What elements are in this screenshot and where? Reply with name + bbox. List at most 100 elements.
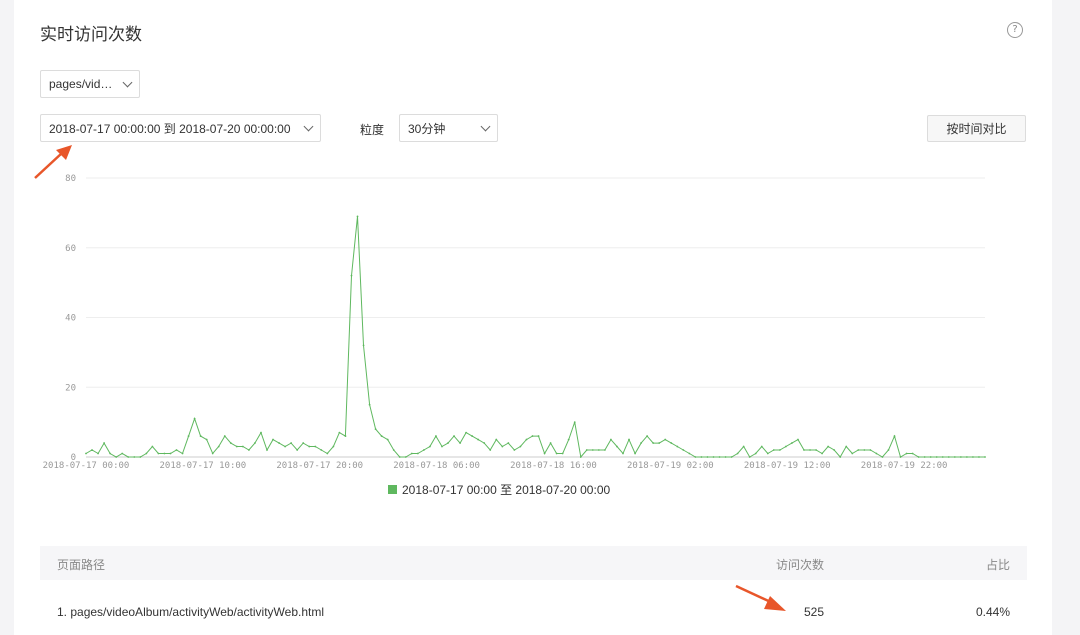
- data-point: [121, 452, 124, 455]
- data-point: [591, 449, 594, 451]
- data-point: [610, 438, 612, 441]
- data-point: [978, 456, 980, 458]
- data-point: [839, 456, 842, 458]
- data-point: [441, 445, 443, 448]
- data-point: [241, 445, 244, 448]
- data-point: [398, 456, 401, 458]
- data-point: [284, 445, 287, 448]
- data-point: [869, 449, 872, 451]
- data-point: [917, 456, 920, 458]
- data-point: [670, 442, 673, 444]
- data-point: [151, 445, 154, 448]
- column-header-count[interactable]: 访问次数: [776, 556, 824, 573]
- series-line: [85, 216, 985, 459]
- data-point: [278, 442, 280, 444]
- data-point: [652, 442, 655, 444]
- data-point: [362, 344, 365, 347]
- data-point: [718, 456, 721, 458]
- data-point: [555, 452, 558, 455]
- data-point: [410, 452, 413, 455]
- data-point: [205, 438, 208, 441]
- data-point: [308, 445, 311, 448]
- x-tick-label: 2018-07-19 22:00: [861, 461, 948, 471]
- y-tick-label: 40: [65, 314, 76, 324]
- data-point: [766, 452, 769, 455]
- row-count: 525: [803, 605, 824, 619]
- y-tick-label: 60: [65, 244, 76, 254]
- data-point: [772, 449, 775, 451]
- data-point: [953, 456, 956, 458]
- data-point: [857, 449, 860, 451]
- data-point: [187, 435, 190, 437]
- data-point: [803, 449, 805, 451]
- data-point: [730, 456, 733, 458]
- data-point: [603, 449, 606, 451]
- data-point: [477, 438, 480, 441]
- data-point: [935, 456, 938, 458]
- data-point: [682, 449, 685, 451]
- data-point: [941, 456, 944, 458]
- data-point: [567, 438, 570, 441]
- data-point: [350, 274, 353, 277]
- data-point: [881, 456, 884, 458]
- data-point: [314, 445, 317, 448]
- data-point: [622, 452, 624, 455]
- data-point: [815, 449, 817, 451]
- data-point: [905, 452, 908, 455]
- data-point: [193, 417, 196, 420]
- data-point: [972, 456, 974, 458]
- data-point: [115, 456, 118, 458]
- data-point: [616, 445, 618, 448]
- data-point: [501, 445, 504, 448]
- y-tick-label: 20: [65, 383, 76, 393]
- data-point: [585, 449, 588, 451]
- data-point: [368, 403, 371, 406]
- data-point: [929, 456, 932, 458]
- data-point: [97, 452, 99, 455]
- data-point: [507, 442, 510, 444]
- data-point: [827, 445, 830, 448]
- data-point: [380, 435, 383, 437]
- data-point: [809, 449, 811, 451]
- data-point: [597, 449, 600, 451]
- data-point: [404, 456, 407, 458]
- data-point: [199, 435, 202, 437]
- data-point: [984, 456, 986, 458]
- data-point: [85, 452, 87, 455]
- table-row: 1. pages/videoAlbum/activityWeb/activity…: [40, 596, 1027, 628]
- data-point: [290, 442, 293, 444]
- data-point: [453, 435, 455, 437]
- row-ratio: 0.44%: [975, 605, 1010, 619]
- data-point: [163, 452, 166, 455]
- data-point: [525, 438, 528, 441]
- data-point: [326, 452, 329, 455]
- data-point: [254, 442, 256, 444]
- data-point: [495, 438, 498, 441]
- data-point: [742, 445, 745, 448]
- data-point: [392, 449, 395, 451]
- data-point: [851, 452, 854, 455]
- data-point: [863, 449, 866, 451]
- data-point: [471, 435, 474, 437]
- x-tick-label: 2018-07-17 10:00: [160, 461, 247, 471]
- data-point: [356, 215, 359, 218]
- data-point: [579, 456, 582, 458]
- data-point: [459, 442, 461, 444]
- line-chart: 0204060802018-07-17 00:00 2018-07-17 10:0…: [43, 174, 986, 471]
- row-path: 1. pages/videoAlbum/activityWeb/activity…: [57, 605, 325, 619]
- data-point: [561, 452, 564, 455]
- data-point: [103, 442, 106, 444]
- data-point: [248, 449, 250, 451]
- data-point: [634, 452, 636, 455]
- data-point: [139, 456, 142, 458]
- data-point: [91, 449, 93, 451]
- data-point: [748, 456, 751, 458]
- x-tick-label: 2018-07-18 06:00: [393, 461, 480, 471]
- data-point: [760, 445, 763, 448]
- chart-legend[interactable]: 2018-07-17 00:00 至 2018-07-20 00:00: [388, 481, 610, 498]
- data-point: [260, 431, 262, 434]
- column-header-ratio: 占比: [985, 558, 1010, 572]
- data-point: [911, 452, 914, 455]
- data-point: [320, 449, 323, 451]
- data-point: [531, 435, 534, 437]
